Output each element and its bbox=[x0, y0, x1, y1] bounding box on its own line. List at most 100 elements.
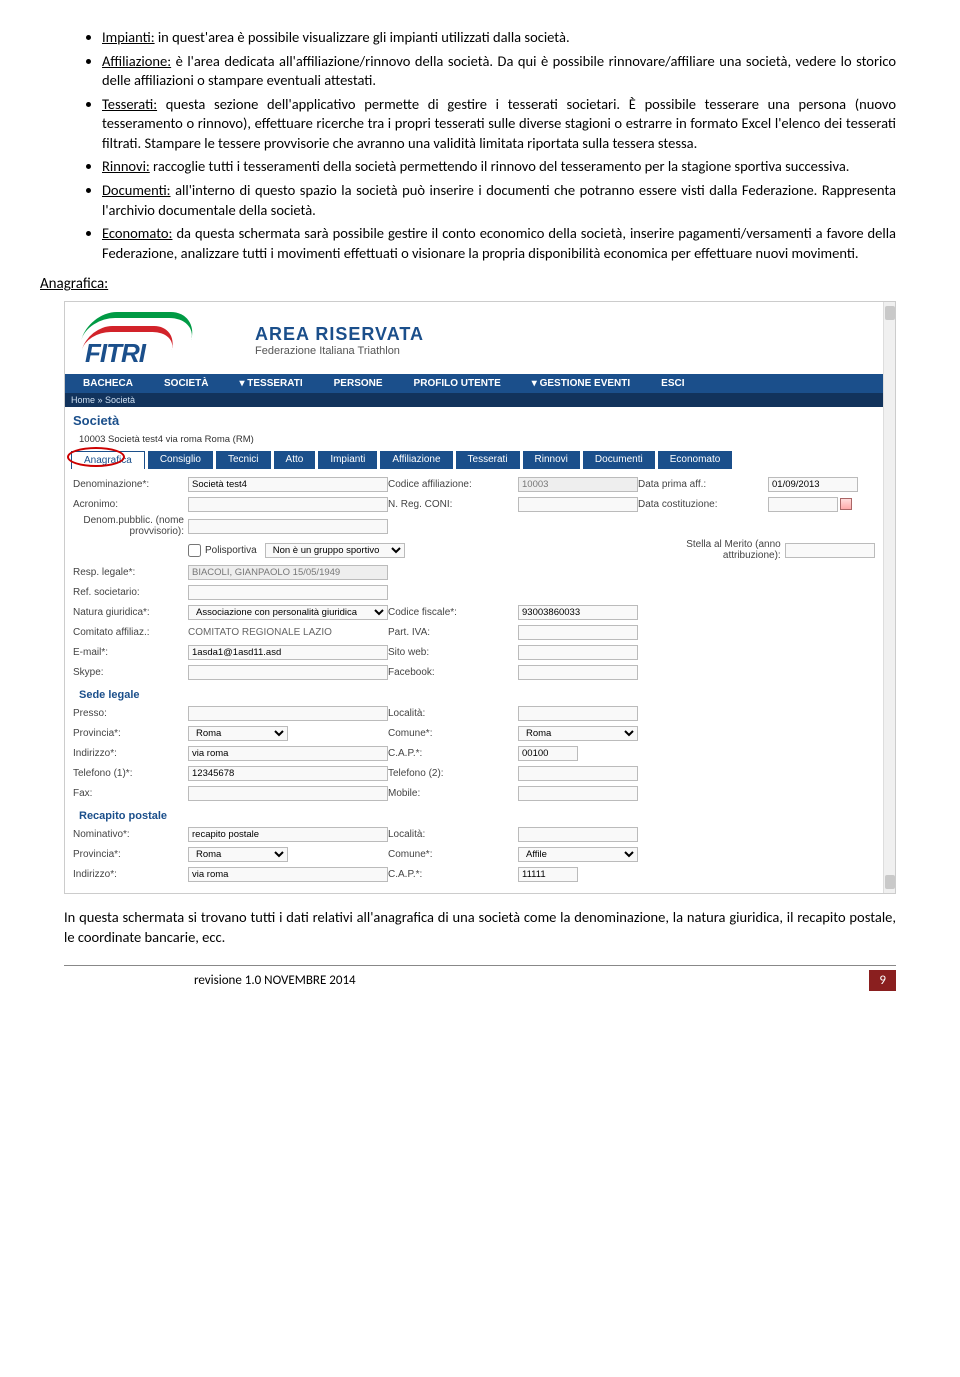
fitri-logo: FITRI bbox=[75, 310, 225, 370]
input-stella[interactable] bbox=[785, 543, 875, 558]
select-gruppo[interactable]: Non è un gruppo sportivo bbox=[265, 543, 405, 558]
label-stella: Stella al Merito (anno attribuzione): bbox=[655, 539, 785, 561]
topnav-item[interactable]: ESCI bbox=[647, 374, 698, 393]
input-nominativo[interactable] bbox=[188, 827, 388, 842]
label-cod-aff: Codice affiliazione: bbox=[388, 479, 518, 490]
topnav-item[interactable]: PROFILO UTENTE bbox=[400, 374, 515, 393]
page-footer: revisione 1.0 NOVEMBRE 2014 9 bbox=[64, 965, 896, 991]
input-acronimo[interactable] bbox=[188, 497, 388, 512]
input-skype[interactable] bbox=[188, 665, 388, 680]
subnav-item[interactable]: Tesserati bbox=[456, 451, 520, 469]
topnav-item[interactable]: SOCIETÀ bbox=[150, 374, 222, 393]
doc-bullet: Economato: da questa schermata sarà poss… bbox=[102, 224, 896, 263]
subnav-item[interactable]: Affiliazione bbox=[380, 451, 452, 469]
input-fax[interactable] bbox=[188, 786, 388, 801]
label-cf: Codice fiscale*: bbox=[388, 607, 518, 618]
subnav-item[interactable]: Tecnici bbox=[216, 451, 271, 469]
breadcrumb[interactable]: Home » Società bbox=[65, 393, 895, 407]
doc-bullet: Impianti: in quest'area è possibile visu… bbox=[102, 28, 896, 48]
top-nav: BACHECASOCIETÀ▾ TESSERATIPERSONEPROFILO … bbox=[65, 374, 895, 393]
subnav-item[interactable]: Consiglio bbox=[148, 451, 213, 469]
label-localita2: Località: bbox=[388, 829, 518, 840]
logo-text: FITRI bbox=[85, 338, 145, 369]
subnav-item[interactable]: Economato bbox=[658, 451, 733, 469]
select-comune2[interactable]: Affile bbox=[518, 847, 638, 862]
input-nreg[interactable] bbox=[518, 497, 638, 512]
select-provincia[interactable]: Roma bbox=[188, 726, 288, 741]
bullet-term: Impianti: bbox=[102, 28, 155, 46]
input-facebook[interactable] bbox=[518, 665, 638, 680]
input-data-cost[interactable] bbox=[768, 497, 838, 512]
after-text: In questa schermata si trovano tutti i d… bbox=[64, 908, 896, 947]
input-cf[interactable] bbox=[518, 605, 638, 620]
input-mobile[interactable] bbox=[518, 786, 638, 801]
label-polisportiva: Polisportiva bbox=[205, 545, 257, 556]
subnav-item[interactable]: Rinnovi bbox=[523, 451, 580, 469]
header-logo-row: FITRI AREA RISERVATA Federazione Italian… bbox=[65, 302, 895, 374]
input-localita2[interactable] bbox=[518, 827, 638, 842]
label-localita: Località: bbox=[388, 708, 518, 719]
topnav-item[interactable]: ▾ TESSERATI bbox=[225, 374, 316, 393]
bullet-term: Affiliazione: bbox=[102, 52, 171, 70]
input-sito[interactable] bbox=[518, 645, 638, 660]
input-piva[interactable] bbox=[518, 625, 638, 640]
topnav-item[interactable]: ▾ GESTIONE EVENTI bbox=[518, 374, 644, 393]
label-tel2: Telefono (2): bbox=[388, 768, 518, 779]
footer-revision: revisione 1.0 NOVEMBRE 2014 bbox=[64, 973, 356, 988]
label-comune: Comune*: bbox=[388, 728, 518, 739]
select-comune[interactable]: Roma bbox=[518, 726, 638, 741]
scrollbar[interactable] bbox=[883, 302, 895, 893]
bullet-term: Economato: bbox=[102, 224, 172, 242]
topnav-item[interactable]: BACHECA bbox=[69, 374, 147, 393]
label-presso: Presso: bbox=[73, 708, 188, 719]
value-comitato: COMITATO REGIONALE LAZIO bbox=[188, 627, 388, 638]
label-skype: Skype: bbox=[73, 667, 188, 678]
input-indirizzo2[interactable] bbox=[188, 867, 388, 882]
topnav-item[interactable]: PERSONE bbox=[320, 374, 397, 393]
section-sede-legale: Sede legale bbox=[73, 683, 887, 704]
label-denom-pub: Denom.pubblic. (nome provvisorio): bbox=[73, 515, 188, 537]
subnav-item[interactable]: Anagrafica bbox=[71, 451, 145, 469]
calendar-icon[interactable] bbox=[840, 498, 852, 510]
input-tel1[interactable] bbox=[188, 766, 388, 781]
input-presso[interactable] bbox=[188, 706, 388, 721]
input-tel2[interactable] bbox=[518, 766, 638, 781]
label-comitato: Comitato affiliaz.: bbox=[73, 627, 188, 638]
input-cap2[interactable] bbox=[518, 867, 578, 882]
bullet-term: Rinnovi: bbox=[102, 157, 150, 175]
input-denom-pub[interactable] bbox=[188, 519, 388, 534]
input-email[interactable] bbox=[188, 645, 388, 660]
anagrafica-form: Denominazione*: Codice affiliazione: Dat… bbox=[65, 471, 895, 893]
subnav-item[interactable]: Atto bbox=[274, 451, 316, 469]
label-email: E-mail*: bbox=[73, 647, 188, 658]
label-piva: Part. IVA: bbox=[388, 627, 518, 638]
area-title: AREA RISERVATA bbox=[255, 324, 424, 345]
page-title: Società bbox=[65, 407, 895, 432]
select-provincia2[interactable]: Roma bbox=[188, 847, 288, 862]
label-data-prima: Data prima aff.: bbox=[638, 479, 768, 490]
bullet-term: Tesserati: bbox=[102, 95, 157, 113]
input-data-prima[interactable] bbox=[768, 477, 858, 492]
label-cap: C.A.P.*: bbox=[388, 748, 518, 759]
subnav-item[interactable]: Documenti bbox=[583, 451, 655, 469]
footer-page: 9 bbox=[869, 970, 896, 991]
input-denominazione[interactable] bbox=[188, 477, 388, 492]
label-indirizzo2: Indirizzo*: bbox=[73, 869, 188, 880]
doc-bullet: Documenti: all'interno di questo spazio … bbox=[102, 181, 896, 220]
section-recapito: Recapito postale bbox=[73, 804, 887, 825]
sub-nav: AnagraficaConsiglioTecniciAttoImpiantiAf… bbox=[65, 451, 895, 471]
input-ref[interactable] bbox=[188, 585, 388, 600]
area-subtitle: Federazione Italiana Triathlon bbox=[255, 345, 424, 357]
input-localita[interactable] bbox=[518, 706, 638, 721]
select-natura[interactable]: Associazione con personalità giuridica bbox=[188, 605, 388, 620]
checkbox-polisportiva[interactable] bbox=[188, 544, 201, 557]
input-indirizzo[interactable] bbox=[188, 746, 388, 761]
label-provincia2: Provincia*: bbox=[73, 849, 188, 860]
input-cap[interactable] bbox=[518, 746, 578, 761]
bullet-term: Documenti: bbox=[102, 181, 171, 199]
subnav-item[interactable]: Impianti bbox=[318, 451, 377, 469]
doc-bullet: Affiliazione: è l'area dedicata all'affi… bbox=[102, 52, 896, 91]
label-cap2: C.A.P.*: bbox=[388, 869, 518, 880]
label-denominazione: Denominazione*: bbox=[73, 479, 188, 490]
app-screenshot: FITRI AREA RISERVATA Federazione Italian… bbox=[64, 301, 896, 894]
